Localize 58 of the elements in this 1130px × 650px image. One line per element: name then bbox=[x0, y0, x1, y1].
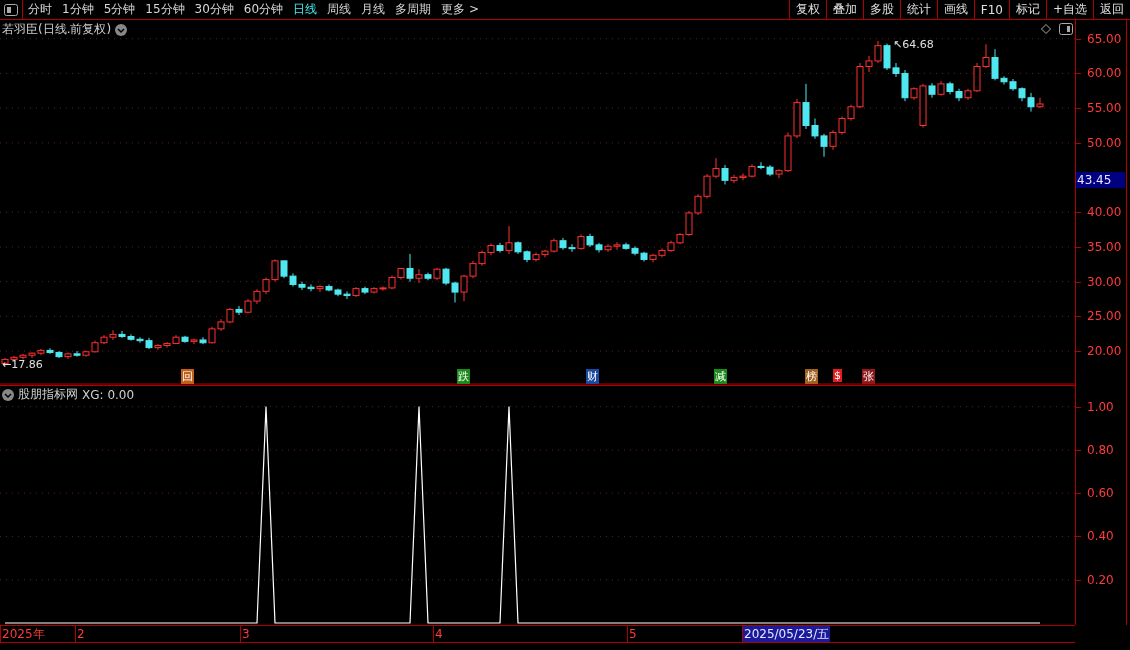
indicator-name: 股朋指标网 bbox=[18, 386, 78, 403]
indicator-reading: XG: 0.00 bbox=[82, 387, 135, 402]
event-marker[interactable]: 减 bbox=[714, 369, 727, 384]
axis-tick-label: 0.40 bbox=[1087, 529, 1114, 544]
axis-tick-label: 0.20 bbox=[1087, 572, 1114, 587]
event-marker[interactable]: 回 bbox=[181, 369, 194, 384]
period-tab[interactable]: 日线 bbox=[288, 0, 323, 19]
period-tab[interactable]: 周线 bbox=[322, 0, 357, 19]
axis-tick-label: 0.80 bbox=[1087, 442, 1114, 457]
date-axis-label: 2025年 bbox=[0, 626, 46, 642]
event-marker[interactable]: $ bbox=[833, 369, 842, 382]
event-marker[interactable]: 榜 bbox=[805, 369, 818, 384]
axis-tick-label: 65.00 bbox=[1087, 31, 1122, 46]
candlestick bbox=[1036, 97, 1044, 109]
chevron-down-icon[interactable] bbox=[2, 388, 14, 401]
diamond-icon[interactable] bbox=[1041, 24, 1051, 34]
period-tab[interactable]: 60分钟 bbox=[238, 0, 289, 19]
date-axis-label: 2025/05/23/五 bbox=[742, 626, 831, 642]
chart-title: 若羽臣(日线.前复权) bbox=[2, 21, 112, 38]
period-tab[interactable]: 15分钟 bbox=[140, 0, 190, 19]
period-tab[interactable]: 1分钟 bbox=[57, 0, 99, 19]
candlestick bbox=[406, 253, 414, 283]
event-marker[interactable]: 跌 bbox=[457, 369, 470, 384]
period-tab[interactable]: 多周期 bbox=[390, 0, 437, 19]
candlestick bbox=[64, 351, 72, 360]
more-menu[interactable]: 更多 > bbox=[436, 0, 484, 19]
panel-toggle-icon[interactable] bbox=[4, 3, 18, 16]
event-marker[interactable]: 财 bbox=[586, 369, 599, 384]
axis-tick-label: 40.00 bbox=[1087, 205, 1122, 220]
date-axis-label: 5 bbox=[627, 626, 638, 642]
event-marker[interactable]: 张 bbox=[862, 369, 875, 384]
current-price-tag: 43.45 bbox=[1076, 172, 1125, 188]
date-axis-label: 3 bbox=[240, 626, 251, 642]
candlestick bbox=[721, 164, 729, 185]
high-price-label: ↖64.68 bbox=[893, 38, 934, 51]
axis-tick-label: 35.00 bbox=[1087, 239, 1122, 254]
period-tab[interactable]: 5分钟 bbox=[98, 0, 141, 19]
period-tab[interactable]: 分时 bbox=[23, 0, 57, 19]
candlestick bbox=[235, 305, 243, 316]
candlestick bbox=[316, 284, 324, 293]
date-axis-label: 4 bbox=[433, 626, 444, 642]
period-tab[interactable]: 30分钟 bbox=[189, 0, 239, 19]
candlestick bbox=[415, 268, 423, 284]
low-price-label: ←17.86 bbox=[2, 358, 43, 371]
candlestick bbox=[505, 225, 513, 255]
axis-tick-label: 55.00 bbox=[1087, 101, 1122, 116]
period-tab[interactable]: 月线 bbox=[356, 0, 391, 19]
axis-tick-label: 20.00 bbox=[1087, 344, 1122, 359]
axis-tick-label: 1.00 bbox=[1087, 399, 1114, 414]
panel-toggle-icon[interactable] bbox=[1059, 23, 1073, 35]
axis-tick-label: 30.00 bbox=[1087, 274, 1122, 289]
date-axis-label: 2 bbox=[75, 626, 86, 642]
axis-tick-label: 0.60 bbox=[1087, 486, 1114, 501]
chevron-down-icon[interactable] bbox=[115, 23, 128, 36]
candlestick bbox=[73, 350, 81, 358]
axis-tick-label: 60.00 bbox=[1087, 66, 1122, 81]
axis-tick-label: 50.00 bbox=[1087, 135, 1122, 150]
axis-tick-label: 25.00 bbox=[1087, 309, 1122, 324]
